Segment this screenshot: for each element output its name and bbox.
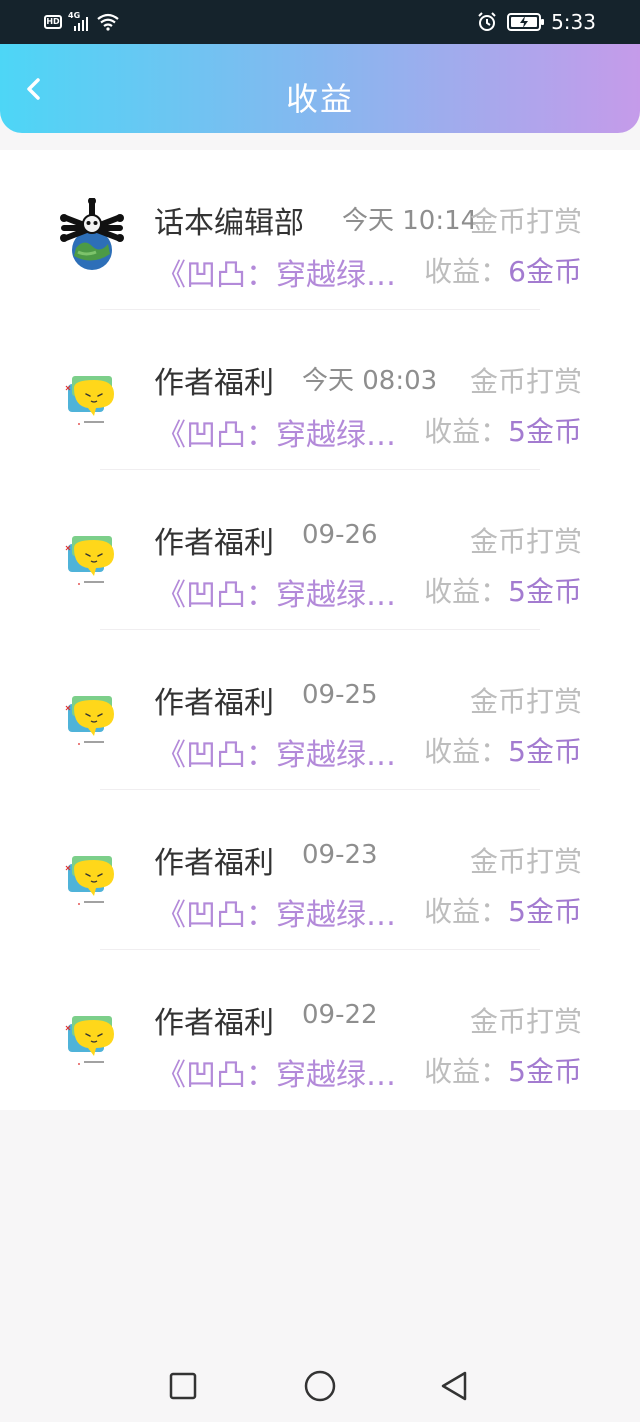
sender-name: 作者福利 [154,526,274,561]
back-triangle-icon[interactable] [437,1368,473,1404]
recents-square-icon[interactable] [165,1368,201,1404]
income-info: 收益：5金币 [424,890,582,930]
income-info: 收益：5金币 [424,730,582,770]
earnings-row[interactable]: 作者福利 09-22 金币打赏 《凹凸：穿越绿林》 收益：5金币 [0,950,640,1110]
speech-bubble-avatar [65,696,114,745]
earnings-row[interactable]: 话本编辑部 今天 10:14 金币打赏 《凹凸：穿越绿林》 收益：6金币 [0,150,640,310]
income-info: 收益：5金币 [424,1050,582,1090]
income-label: 收益： [424,895,509,928]
income-info: 收益：5金币 [424,570,582,610]
reward-time: 09-25 [302,680,378,710]
income-amount: 5金币 [508,575,582,608]
skull-globe-avatar [60,198,124,270]
earnings-row[interactable]: 作者福利 09-26 金币打赏 《凹凸：穿越绿林》 收益：5金币 [0,470,640,630]
home-circle-icon[interactable] [302,1368,338,1404]
status-left-icons: HD 4G [44,10,120,34]
book-title: 《凹凸：穿越绿林》 [156,578,406,613]
reward-type: 金币打赏 [469,685,582,718]
status-right-icons: 5:33 [477,8,596,36]
sender-name: 作者福利 [154,1006,274,1041]
speech-bubble-avatar [65,536,114,585]
page-title: 收益 [285,80,354,118]
system-nav-bar [0,1350,640,1422]
reward-time: 今天 10:14 [342,206,478,236]
reward-type: 金币打赏 [469,205,582,238]
sender-name: 作者福利 [154,686,274,721]
wifi-icon [97,13,119,31]
speech-bubble-avatar [65,856,114,905]
sender-name: 作者福利 [154,366,274,401]
sender-name: 话本编辑部 [154,206,304,241]
income-label: 收益： [424,575,509,608]
alarm-clock-icon [478,12,496,31]
income-amount: 5金币 [508,895,582,928]
book-title: 《凹凸：穿越绿林》 [156,1058,406,1093]
speech-bubble-avatar [65,1016,114,1065]
reward-time: 09-26 [302,520,378,550]
reward-time: 今天 08:03 [302,366,438,396]
book-title: 《凹凸：穿越绿林》 [156,898,406,933]
earnings-row[interactable]: 作者福利 09-25 金币打赏 《凹凸：穿越绿林》 收益：5金币 [0,630,640,790]
earnings-list: 话本编辑部 今天 10:14 金币打赏 《凹凸：穿越绿林》 收益：6金币 作者福… [0,150,640,1110]
income-info: 收益：5金币 [424,410,582,450]
income-amount: 5金币 [508,1055,582,1088]
sender-name: 作者福利 [154,846,274,881]
income-label: 收益： [424,255,509,288]
income-label: 收益： [424,735,509,768]
reward-type: 金币打赏 [469,365,582,398]
speech-bubble-avatar [65,376,114,425]
status-time: 5:33 [551,10,596,34]
book-title: 《凹凸：穿越绿林》 [156,738,406,773]
book-title: 《凹凸：穿越绿林》 [156,258,406,293]
income-label: 收益： [424,1055,509,1088]
income-amount: 6金币 [508,255,582,288]
income-amount: 5金币 [508,415,582,448]
reward-type: 金币打赏 [469,845,582,878]
reward-time: 09-23 [302,840,378,870]
battery-icon [507,13,545,31]
reward-type: 金币打赏 [469,525,582,558]
income-label: 收益： [424,415,509,448]
earnings-row[interactable]: 作者福利 09-23 金币打赏 《凹凸：穿越绿林》 收益：5金币 [0,790,640,950]
hd-badge: HD [44,15,62,29]
app-header: 收益 [0,44,640,133]
reward-type: 金币打赏 [469,1005,582,1038]
reward-time: 09-22 [302,1000,378,1030]
book-title: 《凹凸：穿越绿林》 [156,418,406,453]
income-info: 收益：6金币 [424,250,582,290]
cell-signal-icon: 4G [68,11,90,31]
earnings-row[interactable]: 作者福利 今天 08:03 金币打赏 《凹凸：穿越绿林》 收益：5金币 [0,310,640,470]
income-amount: 5金币 [508,735,582,768]
status-bar: HD 4G 5:33 [0,0,640,44]
